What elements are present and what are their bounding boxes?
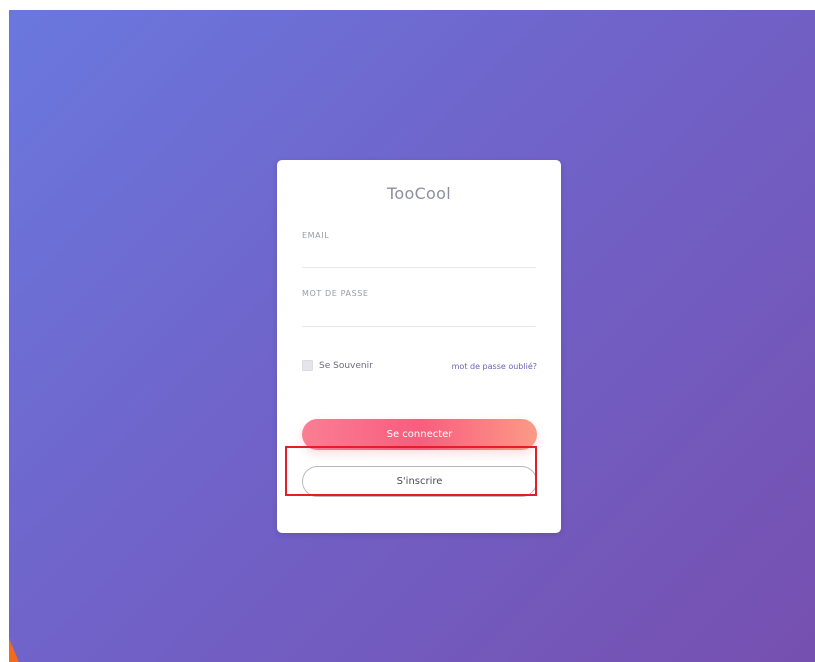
email-label: EMAIL — [302, 231, 330, 240]
login-button[interactable]: Se connecter — [302, 419, 537, 450]
signup-button[interactable]: S'inscrire — [302, 466, 537, 497]
brand-title: TooCool — [387, 184, 451, 203]
remember-checkbox[interactable] — [302, 360, 313, 371]
password-label: MOT DE PASSE — [302, 289, 369, 298]
password-field[interactable] — [302, 306, 536, 327]
page-background: TooCool EMAIL MOT DE PASSE Se Souvenir m… — [9, 10, 815, 662]
forgot-password-link[interactable]: mot de passe oublié? — [452, 362, 537, 371]
corner-accent — [9, 638, 23, 662]
email-field[interactable] — [302, 247, 536, 268]
remember-label: Se Souvenir — [319, 360, 373, 371]
remember-me[interactable]: Se Souvenir — [302, 360, 373, 371]
login-card: TooCool EMAIL MOT DE PASSE Se Souvenir m… — [277, 160, 561, 533]
